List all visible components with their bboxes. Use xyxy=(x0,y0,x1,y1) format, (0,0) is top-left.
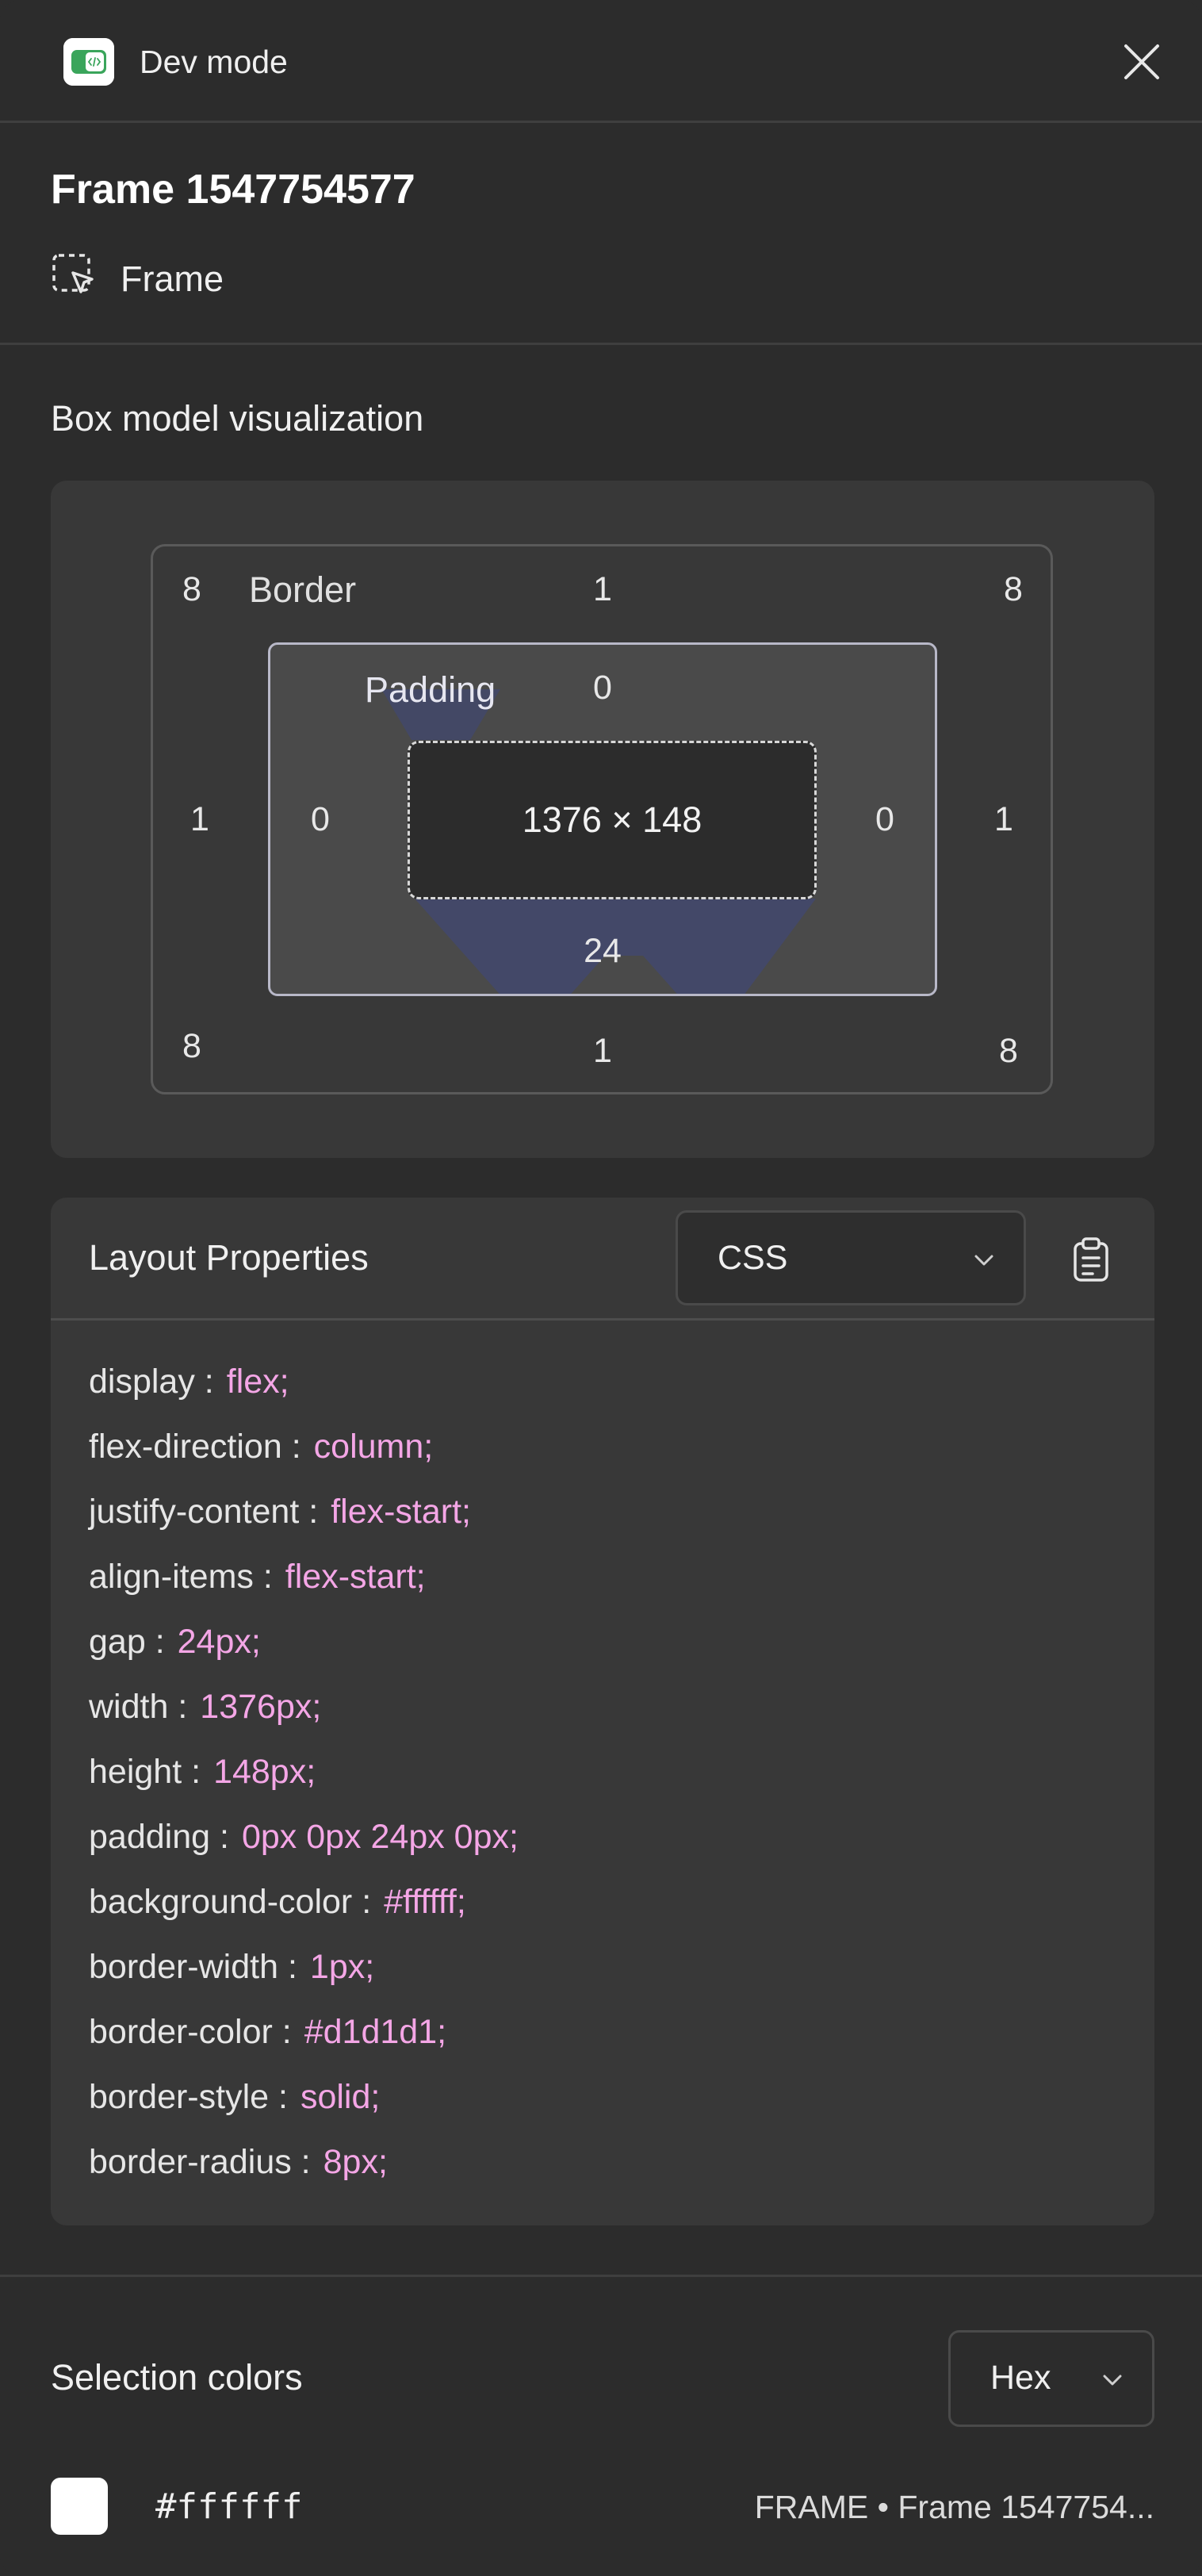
box-model-title: Box model visualization xyxy=(51,398,424,439)
css-property-name: background-color : xyxy=(89,1883,372,1921)
css-property-name: align-items : xyxy=(89,1558,273,1596)
padding-top: 0 xyxy=(593,669,612,707)
css-property-name: justify-content : xyxy=(89,1493,319,1531)
close-icon xyxy=(1124,44,1159,79)
css-property-value: #d1d1d1; xyxy=(304,2013,447,2051)
css-property-row: flex-direction : column; xyxy=(89,1423,1120,1488)
css-property-row: align-items : flex-start; xyxy=(89,1553,1120,1618)
css-property-name: border-color : xyxy=(89,2013,292,2051)
selection-type: Frame xyxy=(121,259,224,299)
css-properties-list: display : flex; flex-direction : column; jus… xyxy=(89,1358,1120,2203)
chevron-down-icon xyxy=(974,1255,993,1266)
css-property-name: padding : xyxy=(89,1818,229,1856)
css-property-value: 1px; xyxy=(309,1948,375,1986)
css-property-value: 24px; xyxy=(177,1623,261,1661)
css-property-name: gap : xyxy=(89,1623,165,1661)
section-divider-bottom xyxy=(0,2275,1202,2277)
dev-mode-icon xyxy=(63,38,114,86)
content-size: 1376 × 148 xyxy=(522,799,702,840)
chevron-down-icon xyxy=(1103,2375,1122,2386)
padding-left: 0 xyxy=(311,800,330,838)
css-property-value: 8px; xyxy=(323,2143,388,2181)
css-property-row: gap : 24px; xyxy=(89,1618,1120,1683)
copy-css-button[interactable] xyxy=(1066,1234,1116,1285)
css-property-value: 1376px; xyxy=(200,1688,322,1726)
panel-title: Dev mode xyxy=(140,44,288,80)
border-bottom: 1 xyxy=(593,1032,612,1070)
padding-bottom: 24 xyxy=(584,932,622,970)
css-property-row: padding : 0px 0px 24px 0px; xyxy=(89,1813,1120,1878)
clipboard-icon xyxy=(1074,1237,1108,1282)
css-property-row: border-color : #d1d1d1; xyxy=(89,2008,1120,2073)
css-property-name: display : xyxy=(89,1363,214,1401)
radius-bottom-right: 8 xyxy=(999,1032,1018,1070)
css-property-row: display : flex; xyxy=(89,1358,1120,1423)
css-property-row: border-width : 1px; xyxy=(89,1943,1120,2008)
section-divider xyxy=(0,343,1202,345)
css-property-value: flex-start; xyxy=(331,1493,471,1531)
css-property-name: border-width : xyxy=(89,1948,297,1986)
css-property-row: height : 148px; xyxy=(89,1748,1120,1813)
close-button[interactable] xyxy=(1116,36,1167,87)
code-format-value: CSS xyxy=(718,1239,788,1277)
css-property-name: border-radius : xyxy=(89,2143,311,2181)
color-source-layer[interactable]: FRAME • Frame 1547754... xyxy=(714,2484,1154,2530)
css-property-name: flex-direction : xyxy=(89,1428,301,1466)
selection-colors-title: Selection colors xyxy=(51,2357,303,2398)
frame-select-icon xyxy=(51,252,98,300)
css-property-value: 148px; xyxy=(213,1753,316,1791)
css-property-value: solid; xyxy=(300,2078,381,2116)
radius-top-right: 8 xyxy=(1004,570,1023,608)
css-property-row: border-style : solid; xyxy=(89,2073,1120,2138)
radius-bottom-left: 8 xyxy=(182,1027,201,1065)
padding-label: Padding xyxy=(365,669,496,710)
selection-name: Frame 1547754577 xyxy=(51,167,415,213)
color-format-value: Hex xyxy=(990,2359,1051,2397)
css-property-row: border-radius : 8px; xyxy=(89,2138,1120,2203)
css-property-row: background-color : #ffffff; xyxy=(89,1878,1120,1943)
css-property-row: justify-content : flex-start; xyxy=(89,1488,1120,1553)
css-property-value: #ffffff; xyxy=(384,1883,466,1921)
css-property-name: border-style : xyxy=(89,2078,288,2116)
css-property-value: 0px 0px 24px 0px; xyxy=(241,1818,519,1856)
css-property-row: width : 1376px; xyxy=(89,1683,1120,1748)
code-format-select[interactable]: CSS xyxy=(676,1210,1026,1305)
css-property-name: width : xyxy=(89,1688,188,1726)
border-right: 1 xyxy=(994,800,1013,838)
color-swatch[interactable] xyxy=(51,2478,108,2535)
dev-mode-panel: Dev mode Frame 1547754577 Frame Box mode… xyxy=(0,0,1202,2576)
color-format-select[interactable]: Hex xyxy=(948,2330,1154,2427)
css-property-value: flex; xyxy=(226,1363,289,1401)
border-label: Border xyxy=(249,569,357,610)
css-property-value: flex-start; xyxy=(285,1558,426,1596)
css-property-value: column; xyxy=(313,1428,434,1466)
layout-properties-title: Layout Properties xyxy=(89,1237,369,1278)
padding-right: 0 xyxy=(875,800,894,838)
css-property-name: height : xyxy=(89,1753,201,1791)
radius-top-left: 8 xyxy=(182,570,201,608)
border-left: 1 xyxy=(190,800,209,838)
layout-header-divider xyxy=(51,1318,1154,1321)
color-hex-value[interactable]: #ffffff xyxy=(155,2484,302,2530)
header-divider xyxy=(0,121,1202,123)
border-top: 1 xyxy=(593,570,612,608)
